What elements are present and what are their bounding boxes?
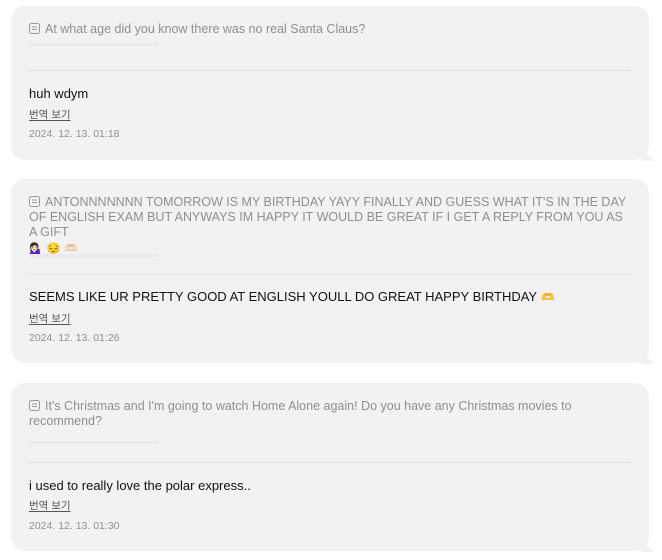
sender-placeholder (29, 254, 159, 257)
answer-label: huh wdym (29, 86, 89, 101)
heart-hands-emoji: 🫶 (541, 291, 555, 304)
document-icon (29, 196, 40, 207)
divider (29, 462, 631, 463)
question-text: It's Christmas and I'm going to watch Ho… (29, 399, 627, 429)
sender-placeholder (29, 43, 159, 46)
question-label: It's Christmas and I'm going to watch Ho… (29, 399, 572, 428)
timestamp: 2024. 12. 13. 01:26 (29, 332, 120, 344)
question-text: At what age did you know there was no re… (29, 22, 627, 37)
qa-card[interactable]: At what age did you know there was no re… (11, 6, 655, 161)
divider (29, 70, 631, 71)
translate-link[interactable]: 번역 보기 (29, 107, 71, 122)
timestamp: 2024. 12. 13. 01:18 (29, 128, 120, 140)
translate-link[interactable]: 번역 보기 (29, 311, 71, 326)
question-text: ANTONNNNNNN TOMORROW IS MY BIRTHDAY YAYY… (29, 195, 627, 257)
qa-feed: At what age did you know there was no re… (0, 0, 662, 560)
document-icon (29, 23, 40, 34)
bubble-tail (641, 352, 655, 364)
answer-label: i used to really love the polar express.… (29, 478, 251, 493)
question-label: At what age did you know there was no re… (45, 22, 366, 36)
qa-card[interactable]: ANTONNNNNNN TOMORROW IS MY BIRTHDAY YAYY… (11, 179, 655, 364)
divider (29, 274, 631, 275)
timestamp: 2024. 12. 13. 01:30 (29, 520, 120, 532)
bubble-tail (641, 149, 655, 161)
qa-card[interactable]: It's Christmas and I'm going to watch Ho… (11, 383, 655, 552)
answer-text: SEEMS LIKE UR PRETTY GOOD AT ENGLISH YOU… (29, 289, 629, 306)
answer-label: SEEMS LIKE UR PRETTY GOOD AT ENGLISH YOU… (29, 289, 538, 304)
sender-placeholder (29, 441, 159, 444)
answer-text: i used to really love the polar express.… (29, 478, 629, 494)
document-icon (29, 400, 40, 411)
answer-text: huh wdym (29, 86, 629, 102)
question-label: ANTONNNNNNN TOMORROW IS MY BIRTHDAY YAYY… (29, 195, 626, 239)
translate-link[interactable]: 번역 보기 (29, 498, 71, 513)
bubble-tail (641, 540, 655, 552)
